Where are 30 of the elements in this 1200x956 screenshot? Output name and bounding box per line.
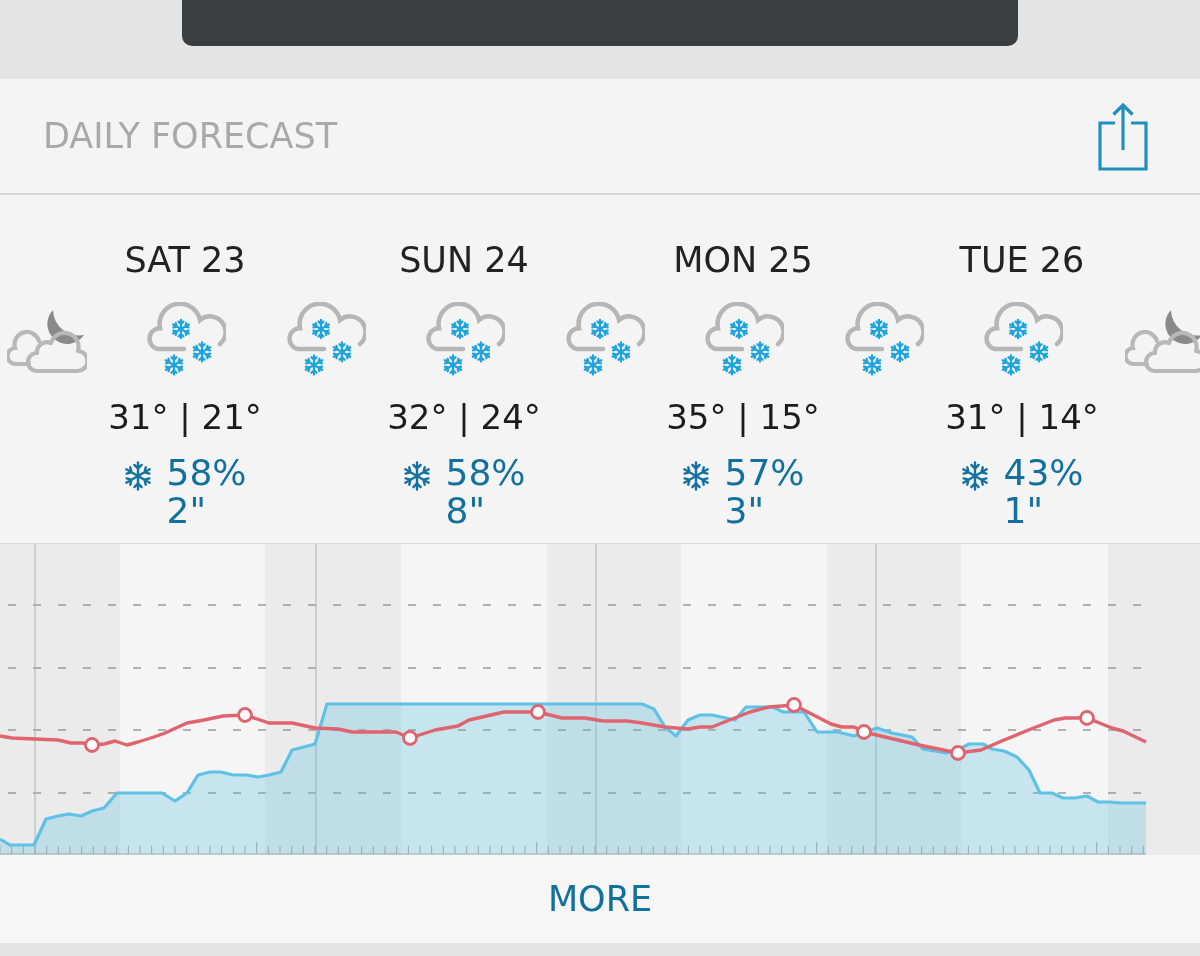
temperature-point [950, 745, 966, 761]
temperature-point [237, 707, 253, 723]
share-icon[interactable] [1098, 101, 1148, 171]
snowflake-icon [123, 461, 154, 491]
snowflake-icon [402, 461, 433, 491]
day-label: TUE 26 [959, 239, 1085, 282]
day-label: MON 25 [673, 239, 813, 282]
temperature-point [402, 730, 418, 746]
snow-amount: 3" [724, 492, 764, 530]
temperature-point [856, 724, 872, 740]
snow-chance: 58% [445, 454, 526, 492]
day-label: SAT 23 [124, 239, 246, 282]
temperature-range: 31° | 14° [945, 396, 1099, 439]
temperature-point [786, 697, 802, 713]
snow-amount: 8" [445, 492, 485, 530]
snow-chance: 57% [724, 454, 805, 492]
temperature-range: 32° | 24° [387, 396, 541, 439]
section-title: DAILY FORECAST [43, 115, 338, 158]
day-label: SUN 24 [399, 239, 529, 282]
snow-amount: 2" [166, 492, 206, 530]
temperature-point [1079, 710, 1095, 726]
snow-chance: 58% [166, 454, 247, 492]
temperature-range: 35° | 15° [666, 396, 820, 439]
snow-chance: 43% [1003, 454, 1084, 492]
snow-amount: 1" [1003, 492, 1043, 530]
temperature-point [530, 704, 546, 720]
temperature-point [84, 737, 100, 753]
temperature-range: 31° | 21° [108, 396, 262, 439]
snowflake-icon [960, 461, 991, 491]
snowflake-icon [681, 461, 712, 491]
